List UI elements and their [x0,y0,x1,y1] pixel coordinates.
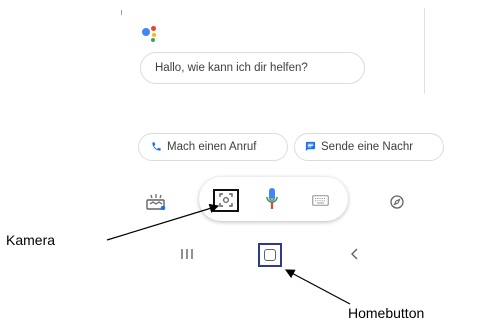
arrow-homebutton [284,269,351,305]
annotation-arrows [106,203,351,305]
arrow-kamera [106,203,220,241]
